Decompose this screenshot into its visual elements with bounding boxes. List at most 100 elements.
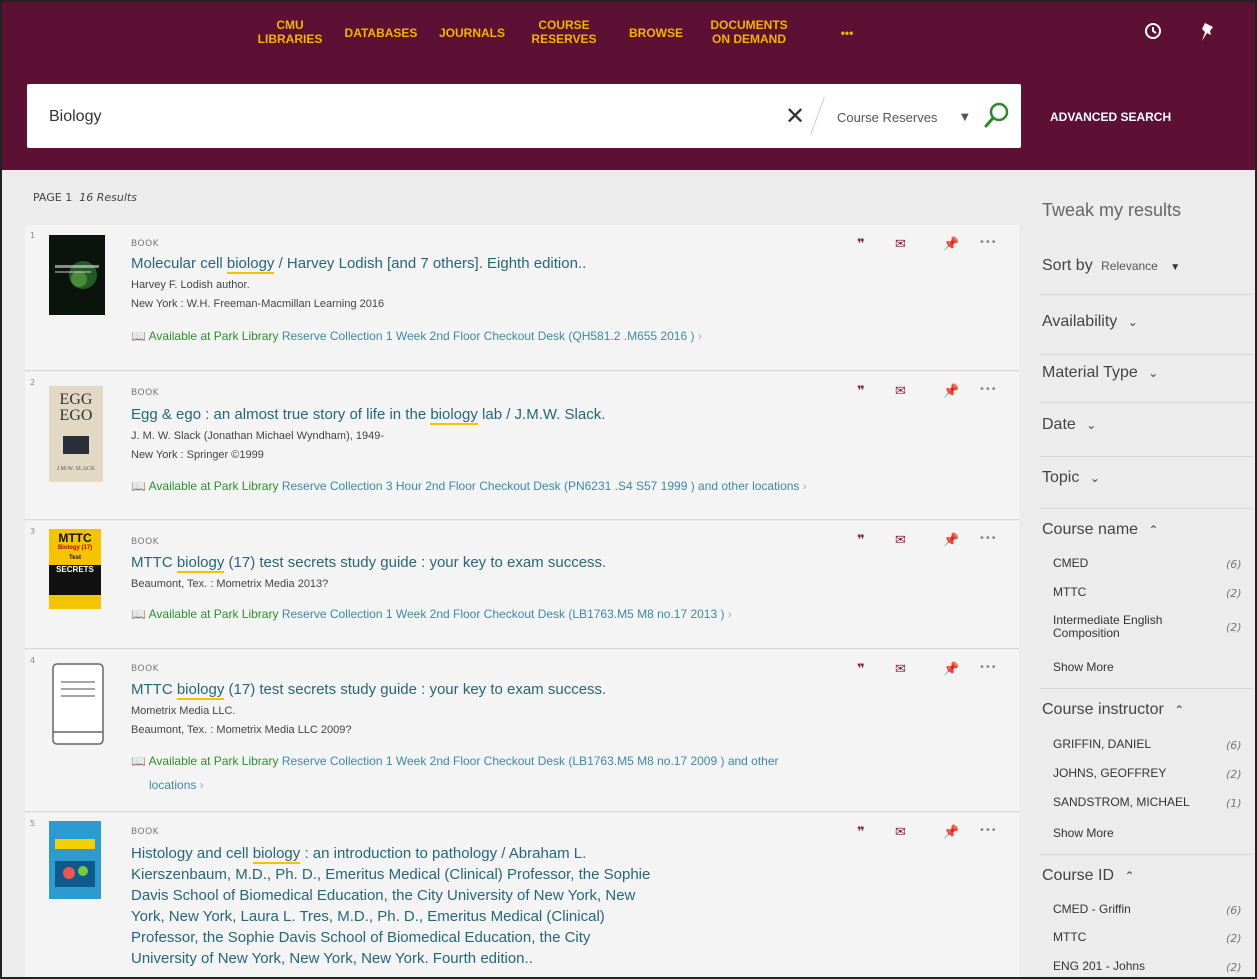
search-input[interactable]: Biology — [49, 108, 101, 126]
facet-count: (1) — [1226, 797, 1242, 810]
cite-icon[interactable]: ❞ — [857, 237, 865, 252]
facet-value[interactable]: SANDSTROM, MICHAEL — [1053, 795, 1190, 809]
show-more-link[interactable]: Show More — [1053, 826, 1114, 840]
search-box[interactable]: Biology ✕ Course Reserves ▼ — [27, 84, 1021, 148]
facet-count: (2) — [1226, 587, 1242, 600]
facet-course-id[interactable]: Course ID ⌃ — [1042, 867, 1135, 885]
divider — [1040, 402, 1252, 403]
email-icon[interactable]: ✉ — [895, 825, 906, 840]
cover-word: EGO — [59, 407, 93, 424]
email-icon[interactable]: ✉ — [895, 662, 906, 677]
facet-value[interactable]: GRIFFIN, DANIEL — [1053, 737, 1151, 751]
pin-icon[interactable]: 📌 — [943, 237, 959, 252]
facet-value[interactable]: MTTC — [1053, 585, 1086, 599]
history-icon[interactable] — [1144, 22, 1162, 44]
availability-line[interactable]: 📖 Available at Park Library Reserve Coll… — [131, 603, 732, 625]
result-item[interactable]: 3 MTTC Biology (17) Test SECRETS BOOK MT… — [25, 521, 1019, 649]
facet-value[interactable]: CMED — [1053, 556, 1088, 570]
email-icon[interactable]: ✉ — [895, 384, 906, 399]
pin-icon[interactable] — [1200, 22, 1216, 46]
book-cover-thumbnail[interactable]: EGG EGO J.M.W. SLACK — [49, 386, 103, 482]
clear-icon[interactable]: ✕ — [785, 102, 805, 130]
cover-author: J.M.W. SLACK — [56, 466, 96, 472]
facet-material-type[interactable]: Material Type ⌄ — [1042, 364, 1158, 382]
result-item[interactable]: 1 BOOK Molecular cell biology / Harvey L… — [25, 225, 1019, 371]
search-icon[interactable] — [982, 100, 1012, 130]
availability-line[interactable]: 📖 Available at Park Library Reserve Coll… — [131, 475, 807, 497]
facet-count: (2) — [1226, 768, 1242, 781]
nav-databases[interactable]: DATABASES — [340, 26, 422, 40]
result-title[interactable]: Molecular cell biology / Harvey Lodish [… — [131, 253, 586, 274]
availability-line[interactable]: 📖 Available at Park Library Reserve Coll… — [131, 325, 702, 347]
more-options-icon[interactable]: ••• — [979, 662, 997, 673]
result-author: Harvey F. Lodish author. — [131, 279, 250, 291]
sort-value[interactable]: Relevance — [1101, 259, 1158, 273]
availability-location: Reserve Collection 1 Week 2nd Floor Chec… — [281, 754, 779, 768]
nav-cmu-libraries[interactable]: CMU LIBRARIES — [255, 18, 325, 46]
result-title[interactable]: MTTC biology (17) test secrets study gui… — [131, 679, 606, 700]
facet-value[interactable]: ENG 201 - Johns — [1053, 959, 1145, 973]
facet-label: Date — [1042, 416, 1076, 433]
more-options-icon[interactable]: ••• — [979, 825, 997, 836]
pin-icon[interactable]: 📌 — [943, 662, 959, 677]
nav-browse[interactable]: BROWSE — [622, 26, 690, 40]
show-more-link[interactable]: Show More — [1053, 660, 1114, 674]
title-highlight: biology — [176, 681, 225, 700]
result-title[interactable]: MTTC biology (17) test secrets study gui… — [131, 552, 606, 573]
email-icon[interactable]: ✉ — [895, 237, 906, 252]
facet-availability[interactable]: Availability ⌄ — [1042, 313, 1138, 331]
facet-value[interactable]: JOHNS, GEOFFREY — [1053, 766, 1166, 780]
generic-book-icon[interactable] — [49, 662, 107, 748]
advanced-search-link[interactable]: ADVANCED SEARCH — [1050, 110, 1171, 124]
chevron-right-icon: › — [727, 607, 732, 621]
search-scope-select[interactable]: Course Reserves — [837, 110, 937, 125]
result-title[interactable]: Histology and cell biology : an introduc… — [131, 843, 650, 969]
caret-down-icon[interactable]: ▼ — [961, 112, 969, 123]
result-actions: ❞ ✉ 📌 ••• — [857, 662, 1007, 678]
result-item[interactable]: 4 BOOK MTTC biology (17) test secrets st… — [25, 650, 1019, 812]
book-cover-thumbnail[interactable]: MTTC Biology (17) Test SECRETS — [49, 529, 101, 609]
email-icon[interactable]: ✉ — [895, 533, 906, 548]
sort-by[interactable]: Sort by Relevance ▼ — [1042, 257, 1180, 275]
pin-icon[interactable]: 📌 — [943, 825, 959, 840]
pin-icon[interactable]: 📌 — [943, 533, 959, 548]
facet-course-name[interactable]: Course name ⌃ — [1042, 521, 1159, 539]
pin-icon[interactable]: 📌 — [943, 384, 959, 399]
result-number: 1 — [30, 231, 36, 240]
nav-documents-on-demand[interactable]: DOCUMENTS ON DEMAND — [702, 18, 796, 46]
cover-word: Test — [69, 555, 81, 561]
cite-icon[interactable]: ❞ — [857, 662, 865, 677]
facet-date[interactable]: Date ⌄ — [1042, 416, 1096, 434]
cover-word: MTTC — [58, 531, 92, 545]
result-item[interactable]: 2 EGG EGO J.M.W. SLACK BOOK Egg & ego : … — [25, 372, 1019, 520]
more-options-icon[interactable]: ••• — [979, 237, 997, 248]
nav-journals[interactable]: JOURNALS — [432, 26, 512, 40]
divider — [1040, 508, 1252, 509]
nav-more[interactable]: ••• — [832, 26, 862, 40]
result-title[interactable]: Egg & ego : an almost true story of life… — [131, 404, 605, 425]
cite-icon[interactable]: ❞ — [857, 384, 865, 399]
caret-down-icon[interactable]: ▼ — [1170, 262, 1180, 273]
cite-icon[interactable]: ❞ — [857, 825, 865, 840]
book-cover-thumbnail[interactable] — [49, 821, 101, 899]
cite-icon[interactable]: ❞ — [857, 533, 865, 548]
title-line: York, New York, Laura L. Tres, M.D., Ph.… — [131, 908, 605, 925]
result-item[interactable]: 5 BOOK Histology and cell biology : an i… — [25, 813, 1019, 979]
facet-value[interactable]: MTTC — [1053, 930, 1086, 944]
title-text: Histology and cell — [131, 845, 253, 862]
nav-course-reserves[interactable]: COURSE RESERVES — [526, 18, 602, 46]
facet-label: Course ID — [1042, 867, 1115, 884]
facet-topic[interactable]: Topic ⌄ — [1042, 469, 1100, 487]
result-actions: ❞ ✉ 📌 ••• — [857, 384, 1007, 400]
facet-value[interactable]: Intermediate English Composition — [1053, 614, 1162, 640]
availability-line[interactable]: 📖 Available at Park Library Reserve Coll… — [131, 750, 961, 772]
more-options-icon[interactable]: ••• — [979, 533, 997, 544]
availability-line-cont[interactable]: locations › — [149, 774, 204, 796]
facet-value[interactable]: CMED - Griffin — [1053, 902, 1131, 916]
material-type: BOOK — [131, 388, 160, 398]
result-number: 2 — [30, 378, 36, 387]
facet-course-instructor[interactable]: Course instructor ⌃ — [1042, 701, 1184, 719]
book-cover-thumbnail[interactable] — [49, 235, 105, 315]
result-publisher: New York : Springer ©1999 — [131, 449, 264, 461]
more-options-icon[interactable]: ••• — [979, 384, 997, 395]
